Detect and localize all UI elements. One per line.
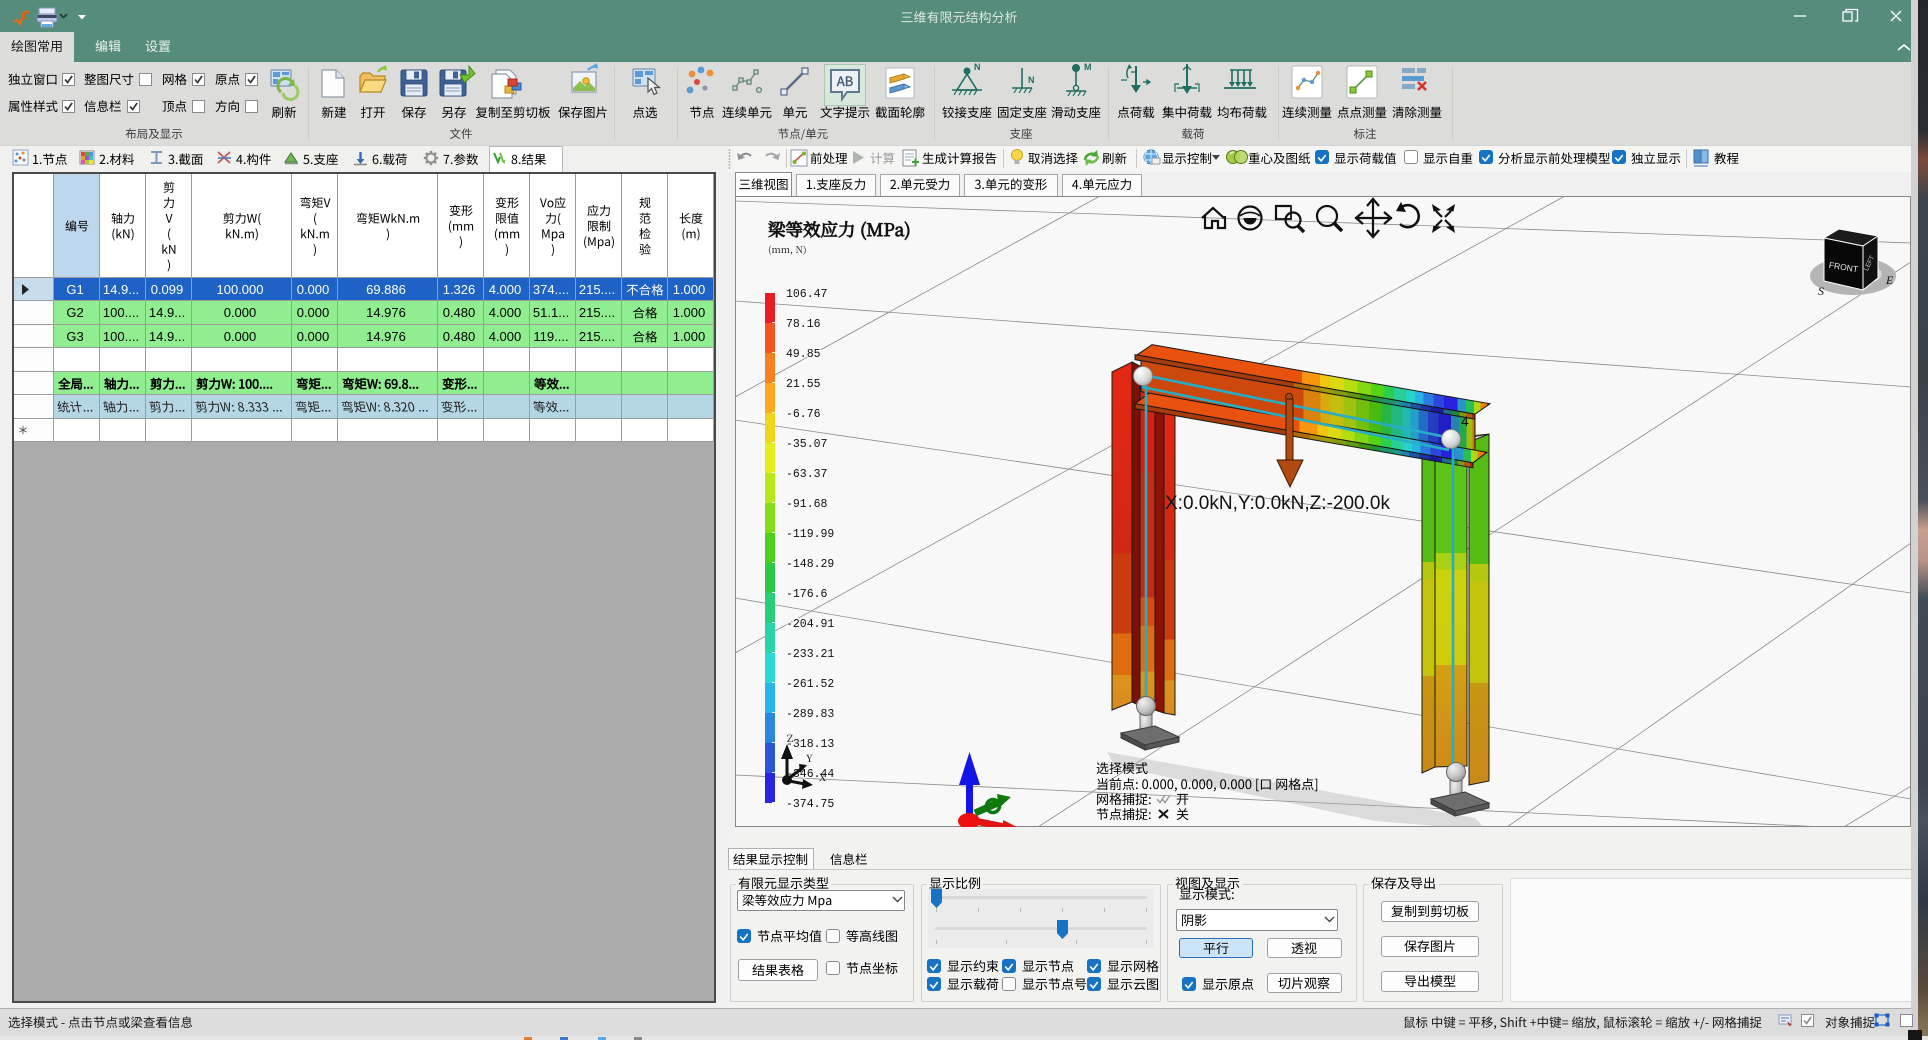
svg-text:M: M xyxy=(1084,62,1092,72)
svg-text:4: 4 xyxy=(1461,413,1469,429)
svg-text:X:0.0kN,Y:0.0kN,Z:-200.0k: X:0.0kN,Y:0.0kN,Z:-200.0k xyxy=(1165,493,1390,514)
svg-text:N: N xyxy=(1028,75,1035,85)
svg-text:N: N xyxy=(974,62,981,72)
